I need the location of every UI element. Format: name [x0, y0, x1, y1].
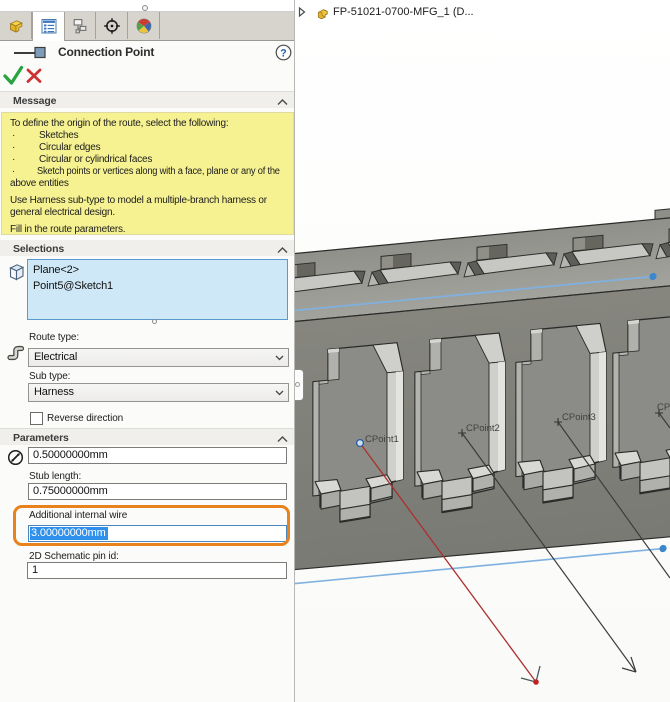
svg-text:CPoint3: CPoint3	[562, 412, 596, 423]
svg-text:CPoint1: CPoint1	[365, 434, 399, 445]
svg-text:CPoint2: CPoint2	[466, 423, 500, 434]
svg-text:CPoi: CPoi	[657, 402, 670, 413]
svg-text:?: ?	[280, 47, 286, 59]
